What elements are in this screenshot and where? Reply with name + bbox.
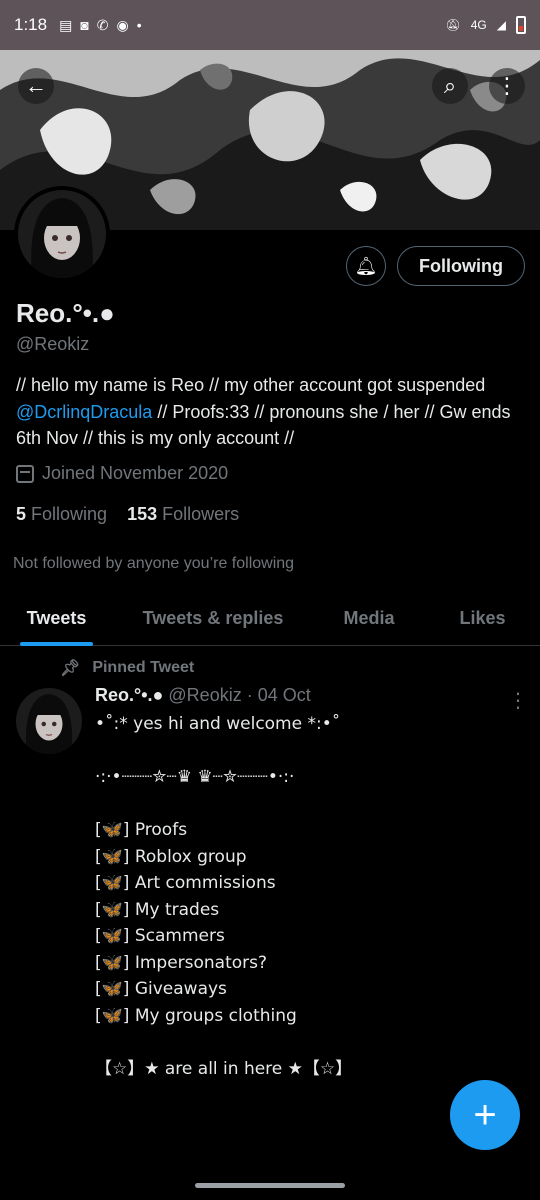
eye-icon: ◉ (116, 16, 129, 33)
status-bar: 1:18 ▤ ◙ ✆ ◉ • 🔕︎ 4G ◢ (0, 0, 540, 50)
following-label: Following (31, 504, 108, 524)
signal-icon: ◢ (496, 18, 506, 32)
bio-mention-link[interactable]: @DcrlinqDracula (16, 402, 152, 422)
profile-name: Reo.°•.● (16, 298, 115, 328)
profile-tabs: Tweets Tweets & replies Media Likes (0, 590, 540, 646)
pin-icon: 📌︎ (60, 660, 81, 677)
follow-stats: 5 Following 153 Followers (16, 504, 239, 525)
plus-icon: + (473, 1092, 497, 1137)
tweet-date[interactable]: · 04 Oct (247, 685, 311, 705)
more-button[interactable]: ⋮ (489, 68, 525, 104)
notifications-button[interactable]: 🔔︎ (346, 246, 386, 286)
search-button[interactable]: ⌕ (432, 68, 468, 104)
joined-text: Joined November 2020 (42, 463, 229, 483)
tab-tweets-replies[interactable]: Tweets & replies (113, 590, 313, 646)
back-button[interactable]: ← (18, 68, 54, 104)
tweet-avatar-image (16, 688, 82, 754)
tweet-author-handle[interactable]: @Reokiz (168, 685, 241, 705)
following-count: 5 (16, 504, 27, 524)
followers-count: 153 (127, 504, 158, 524)
mute-icon: 🔕︎ (445, 18, 461, 32)
not-followed-note: Not followed by anyone you’re following (13, 555, 295, 572)
followers-label: Followers (162, 504, 240, 524)
tab-media[interactable]: Media (313, 590, 425, 646)
pinned-text: Pinned Tweet (92, 659, 195, 676)
profile-handle: @Reokiz (16, 334, 90, 354)
search-icon: ⌕ (443, 73, 457, 98)
calendar-icon (16, 464, 34, 483)
joined-date: Joined November 2020 (16, 463, 228, 484)
tweet-more-icon[interactable]: ⋮ (508, 688, 528, 713)
battery-icon (516, 16, 526, 34)
compose-tweet-button[interactable]: + (450, 1080, 520, 1150)
network-label: 4G (470, 18, 487, 32)
tweet-header: Reo.°•.● @Reokiz · 04 Oct (95, 685, 311, 706)
whatsapp-icon: ✆ (96, 16, 109, 33)
arrow-left-icon: ← (25, 73, 47, 98)
message-icon: ▤ (59, 16, 73, 33)
following-link[interactable]: 5 Following (16, 504, 107, 525)
dot-icon: • (136, 17, 142, 33)
followers-link[interactable]: 153 Followers (127, 504, 239, 525)
profile-avatar[interactable] (14, 186, 110, 282)
following-button[interactable]: Following (397, 246, 525, 286)
profile-bio: // hello my name is Reo // my other acco… (16, 372, 526, 452)
tab-likes[interactable]: Likes (425, 590, 540, 646)
tweet-avatar[interactable] (16, 688, 82, 754)
bell-plus-icon: 🔔︎ (354, 255, 378, 276)
discord-icon: ◙ (80, 17, 89, 33)
tweet-body: •˚:* yes hi and welcome *:•˚ ·:·•┈┈┈✮┈♛ … (95, 714, 353, 1079)
tab-tweets[interactable]: Tweets (0, 590, 113, 646)
tweet-author-name[interactable]: Reo.°•.● (95, 685, 163, 705)
status-time: 1:18 (14, 15, 48, 34)
pinned-label: 📌︎ Pinned Tweet (60, 658, 194, 678)
avatar-image (18, 190, 106, 278)
home-indicator[interactable] (195, 1183, 345, 1188)
more-vertical-icon: ⋮ (496, 73, 518, 98)
bio-text-1: // hello my name is Reo // my other acco… (16, 375, 486, 395)
